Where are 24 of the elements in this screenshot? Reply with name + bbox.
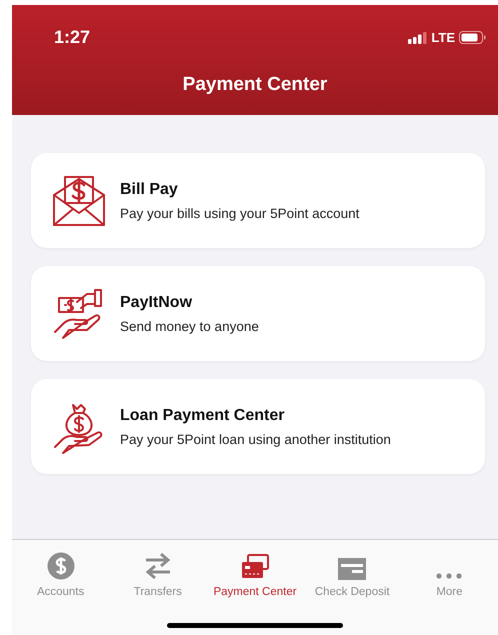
option-title: PayItNow bbox=[120, 294, 194, 312]
option-card[interactable]: Bill Pay Pay your bills using your 5Point account bbox=[31, 153, 485, 248]
option-card[interactable]: Loan Payment Center Pay your 5Point loan using another institution bbox=[31, 379, 485, 474]
tab-item[interactable]: More bbox=[400, 548, 498, 598]
tab-item[interactable]: Transfers bbox=[109, 548, 206, 598]
tab-item[interactable]: Accounts bbox=[12, 548, 110, 598]
transfer-arrows-icon bbox=[144, 552, 172, 580]
option-description: Pay your bills using your 5Point account bbox=[120, 206, 360, 220]
network-label: LTE bbox=[431, 30, 455, 45]
option-description: Pay your 5Point loan using another institution bbox=[120, 432, 391, 446]
tab-item[interactable]: Payment Center bbox=[206, 548, 304, 598]
dollar-coin-icon bbox=[46, 552, 75, 580]
check-icon bbox=[338, 558, 366, 580]
status-time: 1:27 bbox=[54, 27, 90, 48]
cards-icon bbox=[241, 554, 269, 580]
more-dots-icon bbox=[435, 572, 464, 580]
option-title: Bill Pay bbox=[120, 180, 179, 198]
screen-title: Payment Center bbox=[182, 74, 328, 96]
signal-icon bbox=[408, 32, 428, 44]
option-description: Send money to anyone bbox=[120, 318, 259, 334]
tab-item[interactable]: Check Deposit bbox=[304, 548, 401, 598]
option-title: Loan Payment Center bbox=[120, 406, 286, 424]
battery-icon bbox=[459, 31, 486, 44]
option-card[interactable]: PayItNow Send money to anyone bbox=[31, 266, 485, 361]
